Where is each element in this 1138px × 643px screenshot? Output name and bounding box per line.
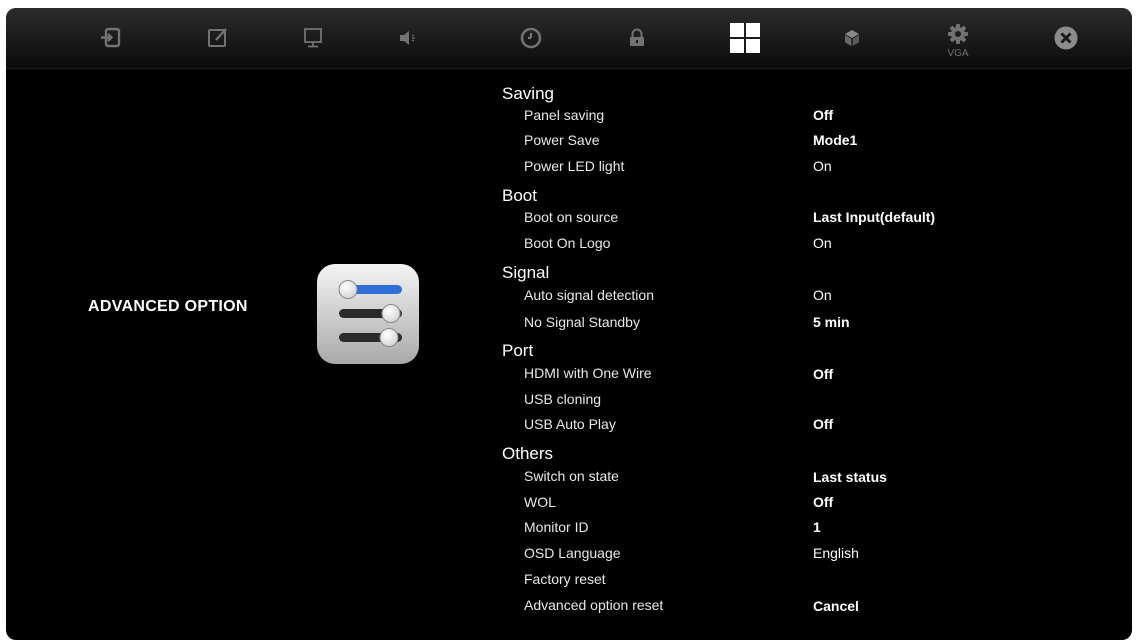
input-source-label: VGA: [947, 48, 969, 59]
boot-on-logo-value[interactable]: On: [813, 235, 832, 251]
close-icon[interactable]: [1046, 18, 1086, 58]
advanced-option-large-icon: [315, 264, 421, 364]
section-heading-signal: Signal: [502, 263, 550, 282]
wol-label[interactable]: WOL: [524, 494, 556, 510]
usb-auto-play-label[interactable]: USB Auto Play: [524, 416, 616, 432]
wol-value[interactable]: Off: [813, 494, 833, 510]
panel-saving-value[interactable]: Off: [813, 107, 833, 123]
usb-auto-play-value[interactable]: Off: [813, 416, 833, 432]
auto-signal-detection-label[interactable]: Auto signal detection: [524, 287, 654, 303]
boot-on-source-value[interactable]: Last Input(default): [813, 209, 935, 225]
page-title: ADVANCED OPTION: [88, 298, 248, 315]
hdmi-one-wire-label[interactable]: HDMI with One Wire: [524, 365, 652, 381]
no-signal-standby-value[interactable]: 5 min: [813, 314, 850, 330]
osd-language-value[interactable]: English: [813, 545, 859, 561]
auto-signal-detection-value[interactable]: On: [813, 287, 832, 303]
section-heading-saving: Saving: [502, 84, 554, 103]
power-save-label[interactable]: Power Save: [524, 132, 599, 148]
hdmi-one-wire-value[interactable]: Off: [813, 366, 833, 382]
monitor-id-value[interactable]: 1: [813, 519, 821, 535]
advanced-option-icon[interactable]: [725, 18, 765, 58]
edit-icon[interactable]: [198, 18, 238, 58]
usb-cloning-label[interactable]: USB cloning: [524, 391, 601, 407]
power-led-light-value[interactable]: On: [813, 158, 832, 174]
power-save-value[interactable]: Mode1: [813, 132, 857, 148]
advanced-option-reset-label[interactable]: Advanced option reset: [524, 597, 663, 613]
input-source-icon[interactable]: [91, 18, 131, 58]
monitor-icon[interactable]: [293, 18, 333, 58]
boot-on-logo-label[interactable]: Boot On Logo: [524, 235, 610, 251]
osd-language-label[interactable]: OSD Language: [524, 545, 621, 561]
section-heading-port: Port: [502, 341, 534, 360]
no-signal-standby-label[interactable]: No Signal Standby: [524, 314, 640, 330]
osd-screen: VGA ADVANCED OPTION Saving Panel saving …: [6, 8, 1132, 640]
cube-icon[interactable]: [832, 18, 872, 58]
switch-on-state-label[interactable]: Switch on state: [524, 468, 619, 484]
volume-icon[interactable]: [388, 18, 428, 58]
section-heading-boot: Boot: [502, 186, 537, 205]
top-menu-bar: VGA: [6, 8, 1132, 69]
lock-icon[interactable]: [617, 18, 657, 58]
clock-icon[interactable]: [511, 18, 551, 58]
monitor-id-label[interactable]: Monitor ID: [524, 519, 589, 535]
switch-on-state-value[interactable]: Last status: [813, 469, 887, 485]
boot-on-source-label[interactable]: Boot on source: [524, 209, 618, 225]
panel-saving-label[interactable]: Panel saving: [524, 107, 604, 123]
section-heading-others: Others: [502, 444, 554, 463]
advanced-option-reset-value[interactable]: Cancel: [813, 598, 859, 614]
factory-reset-label[interactable]: Factory reset: [524, 571, 606, 587]
power-led-light-label[interactable]: Power LED light: [524, 158, 624, 174]
